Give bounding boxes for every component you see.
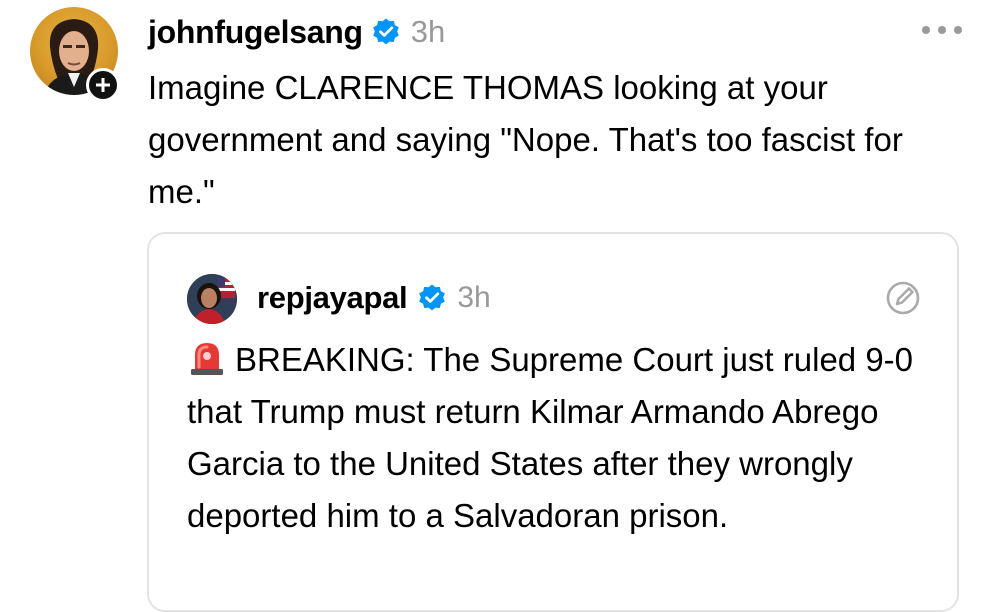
police-siren-icon <box>191 343 223 375</box>
quoted-author-username[interactable]: repjayapal <box>257 280 408 316</box>
quoted-author-avatar[interactable] <box>187 274 237 324</box>
plus-icon <box>96 78 110 92</box>
verified-badge-icon <box>372 18 399 45</box>
follow-button[interactable] <box>86 68 120 102</box>
post-timestamp: 3h <box>410 14 446 49</box>
author-username[interactable]: johnfugelsang <box>148 14 363 51</box>
thread-post: johnfugelsang 3h Imagine CLARENCE THOMAS… <box>0 0 1000 612</box>
verified-badge-icon <box>419 284 446 311</box>
post-header: johnfugelsang 3h <box>148 10 445 54</box>
post-body: Imagine CLARENCE THOMAS looking at your … <box>148 69 903 210</box>
edit-icon[interactable] <box>883 278 923 318</box>
quoted-post-header: repjayapal 3h <box>257 276 491 320</box>
quoted-post-text: BREAKING: The Supreme Court just ruled 9… <box>187 341 914 534</box>
quoted-post-body: BREAKING: The Supreme Court just ruled 9… <box>187 334 927 542</box>
quoted-post-card[interactable]: repjayapal 3h BREAKING: The Supreme Cour… <box>147 232 959 612</box>
more-options-icon[interactable] <box>918 20 966 40</box>
quoted-post-timestamp: 3h <box>457 281 491 314</box>
